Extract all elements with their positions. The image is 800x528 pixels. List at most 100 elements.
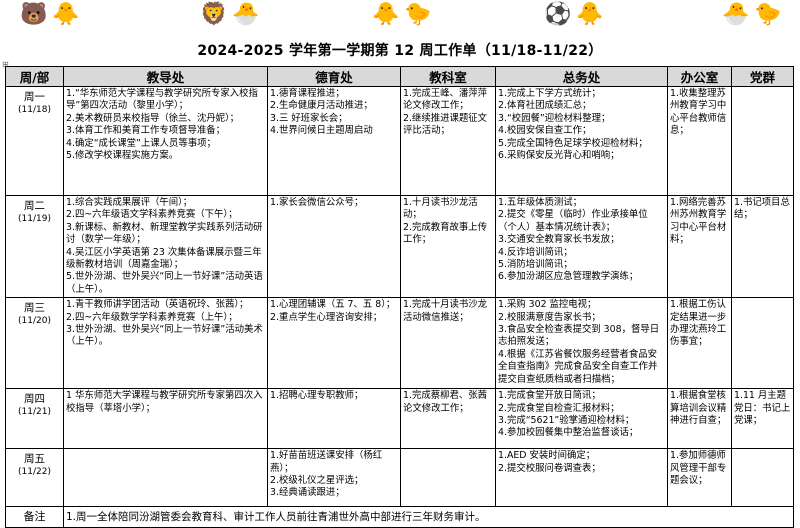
task-item: 1.完成上下学方式统计； <box>498 88 601 99</box>
task-item: 1.青干教师讲学团活动（英语祝玲、张茜）； <box>66 299 249 311</box>
jiaodao-cell: 1.“华东师范大学课程与教学研究所专家入校指导”第四次活动（黎里小学）； 2.美术… <box>63 86 268 196</box>
cartoon-icon: 🐤 <box>754 2 782 27</box>
day-label: 周三 <box>24 302 45 315</box>
cartoon-icon: 🐥 <box>52 2 80 27</box>
bangong-cell: 1.收集整理苏州教育学习中心平台教师信息； <box>667 86 732 196</box>
task-item: 1.好苗苗班送课安排（杨红燕）； <box>270 450 383 474</box>
task-item: 1.AED 安装时间确定； <box>498 450 596 462</box>
task-item: 5.修改学校课程实施方案。 <box>66 150 179 162</box>
day-label: 周一 <box>24 91 45 103</box>
day-cell: 周一 (11/18) <box>5 86 64 196</box>
zongwu-cell: 1.完成上下学方式统计； 2.体育社团成绩汇总； 3.“校园餐”迎检材料整理； 4.校… <box>495 86 668 196</box>
jiaoke-cell: 1.完成王峰、潘萍萍论文修改工作； 2.继续推进课题征文评比活动； <box>400 86 496 196</box>
task-item: 3.体育工作和美育工作专项督导准备； <box>66 125 225 137</box>
jiaodao-cell: 1.青干教师讲学团活动（英语祝玲、张茜）； 2.四~六年级数学学科素养竞赛（上午）… <box>63 297 268 390</box>
task-item: 3.交通安全教育家长书发放； <box>498 234 620 246</box>
task-item: 2.提交《零星（临时）作业承接单位（个人）基本情况统计表》； <box>498 209 648 233</box>
day-label: 周四 <box>24 393 45 406</box>
jiaoke-cell: 1.完成十月读书沙龙活动微信推送； <box>400 297 496 390</box>
zongwu-cell: 1.五年级体质测试； 2.提交《零星（临时）作业承接单位（个人）基本情况统计表》；… <box>495 194 668 299</box>
col-header-jiaodao: 教导处 <box>63 66 268 87</box>
bangong-cell: 1.参加师德师风管理干部专题会议； <box>667 448 732 508</box>
col-header-dangqun: 党群 <box>731 66 794 87</box>
deyu-cell: 1.心理团辅课（五 7、五 8）； 2.重点学生心理咨询安排； <box>267 297 401 390</box>
work-schedule-table: 周/部 教导处 德育处 教科室 总务处 办公室 党群 周一 (11/18) 1.“华… <box>5 66 794 528</box>
day-date: (11/18) <box>18 105 51 115</box>
task-item: 2.提交校服问卷调查表； <box>498 462 601 474</box>
day-date: (11/21) <box>18 407 51 418</box>
day-row: 周一 (11/18) 1.“华东师范大学课程与教学研究所专家入校指导”第四次活动（黎… <box>5 86 794 196</box>
col-header-deyu: 德育处 <box>267 66 401 87</box>
task-item: 6.采购保安反光背心和哨响； <box>498 150 620 162</box>
deyu-cell: 1.好苗苗班送课安排（杨红燕）； 2.校级礼仪之星评选； 3.经典诵读跟进； <box>267 448 401 508</box>
dangqun-cell <box>731 297 794 390</box>
document-title: 2024-2025 学年第一学期第 12 周工作单（11/18-11/22） <box>197 43 603 59</box>
task-item: 4.反诈培训简讯； <box>498 246 573 258</box>
cartoon-icon: 🐤 <box>404 2 432 27</box>
task-item: 2.完成食堂自检查汇报材料； <box>498 402 620 414</box>
dangqun-cell: 1.书记项目总结； <box>731 194 794 299</box>
task-item: 2.校服满意度告家长书； <box>498 311 601 323</box>
day-date: (11/22) <box>18 467 51 478</box>
task-item: 3.“校园餐”迎检材料整理； <box>498 112 611 124</box>
jiaodao-cell: 1 华东师范大学课程与教学研究所专家第四次入校指导（莘塔小学）； <box>63 388 268 450</box>
task-item: 4.确定“成长课堂”上课人员等事项； <box>66 137 216 149</box>
task-item: 1.完成王峰、潘萍萍论文修改工作； <box>403 88 487 112</box>
note-row: 备注 1.周一全体陪同汾湖管委会教育科、审计工作人员前往青浦世外高中部进行三年财… <box>5 506 794 528</box>
day-label: 周五 <box>24 453 45 466</box>
cartoon-icon: 🐣 <box>232 2 260 27</box>
task-item: 1.五年级体质测试； <box>498 197 582 208</box>
task-item: 4.根据《江苏省餐饮服务经营者食品安全自查指南》完成食品安全自查工作并提交自查纸… <box>498 348 658 385</box>
cartoon-icon: 🐻 <box>20 2 48 27</box>
header-row: 周/部 教导处 德育处 教科室 总务处 办公室 党群 <box>5 66 794 87</box>
task-item: 1.心理团辅课（五 7、五 8）； <box>270 299 396 311</box>
day-label: 周二 <box>24 200 45 212</box>
task-item: 1.德育课程推进； <box>270 88 345 99</box>
task-item: 3.完成“5621”验掌通迎检材料； <box>498 415 635 427</box>
task-item: 1.采购 302 监控电视； <box>498 299 597 311</box>
day-date: (11/20) <box>18 316 51 327</box>
col-header-week: 周/部 <box>5 66 64 87</box>
task-item: 3.食品安全检查表提交到 308，督导日志拍照发送； <box>498 324 660 348</box>
day-cell: 周四 (11/21) <box>5 388 64 450</box>
task-item: 1.十月读书沙龙活动； <box>403 197 478 221</box>
task-item: 3.世外汾湖、世外吴兴“同上一节好课”活动美术（上午）。 <box>66 324 263 348</box>
jiaoke-cell <box>400 448 496 508</box>
cartoon-icon: 🦁 <box>200 2 228 27</box>
bangong-cell: 1.根据工伤认定结果进一步办理沈燕玲工伤事宜； <box>667 297 732 390</box>
soccer-ball-icon: ⚽ <box>544 2 572 27</box>
task-item: 1.完成食堂开放日简讯； <box>498 390 601 402</box>
task-item: 4.校园安保自查工作； <box>498 125 592 137</box>
task-item: 2.四~六年级语文学科素养竞赛（下午）； <box>66 209 238 221</box>
note-label: 备注 <box>5 506 64 528</box>
day-cell: 周三 (11/20) <box>5 297 64 390</box>
task-item: 2.重点学生心理咨询安排； <box>270 311 383 323</box>
task-item: 2.生命健康月活动推进； <box>270 100 373 112</box>
task-item: 3.新课标、新教材、新理堂教学实践系列活动研讨（数学一年级）； <box>66 221 263 246</box>
task-item: 1.“华东师范大学课程与教学研究所专家入校指导”第四次活动（黎里小学）； <box>66 88 258 112</box>
zongwu-cell: 1.采购 302 监控电视； 2.校服满意度告家长书； 3.食品安全检查表提交到 3… <box>495 297 668 390</box>
cartoon-icon: 🐣 <box>722 2 750 27</box>
zongwu-cell: 1.完成食堂开放日简讯； 2.完成食堂自检查汇报材料； 3.完成“5621”验掌通迎… <box>495 388 668 450</box>
header-decoration: 🐻 🐥 🦁 🐣 🐥 🐤 ⚽ 🐥 🐣 🐤 <box>0 0 800 38</box>
dangqun-cell: 1.11 月主题党日：书记上党课； <box>731 388 794 450</box>
day-cell: 周二 (11/19) <box>5 194 64 299</box>
deyu-cell: 1.家长会微信公众号； <box>267 194 401 299</box>
jiaoke-cell: 1.完成蔡柳君、张茜论文修改工作； <box>400 388 496 450</box>
day-row: 周五 (11/22) 1.好苗苗班送课安排（杨红燕）； 2.校级礼仪之星评选； 3.经典… <box>5 448 794 508</box>
col-header-zongwu: 总务处 <box>495 66 668 87</box>
deyu-cell: 1.德育课程推进； 2.生命健康月活动推进； 3.三 好班家长会； 4.世界问候日主题… <box>267 86 401 196</box>
day-row: 周四 (11/21) 1 华东师范大学课程与教学研究所专家第四次入校指导（莘塔小学）… <box>5 388 794 450</box>
task-item: 2.完成教育故事上传工作； <box>403 221 487 246</box>
task-item: 2.继续推进课题征文评比活动； <box>403 112 487 137</box>
col-header-bangong: 办公室 <box>667 66 732 87</box>
dangqun-cell <box>731 448 794 508</box>
cartoon-icon: 🐥 <box>372 2 400 27</box>
day-row: 周三 (11/20) 1.青干教师讲学团活动（英语祝玲、张茜）； 2.四~六年级数学学… <box>5 297 794 390</box>
task-item: 1.根据食堂核算培训会议精神进行自查； <box>670 390 727 427</box>
task-item: 1.完成蔡柳君、张茜论文修改工作； <box>403 390 487 414</box>
task-item: 1 华东师范大学课程与教学研究所专家第四次入校指导（莘塔小学）； <box>66 390 263 414</box>
task-item: 1.招聘心理专职教师； <box>270 390 364 402</box>
task-item: 3.经典诵读跟进； <box>270 487 345 499</box>
dangqun-cell <box>731 86 794 196</box>
